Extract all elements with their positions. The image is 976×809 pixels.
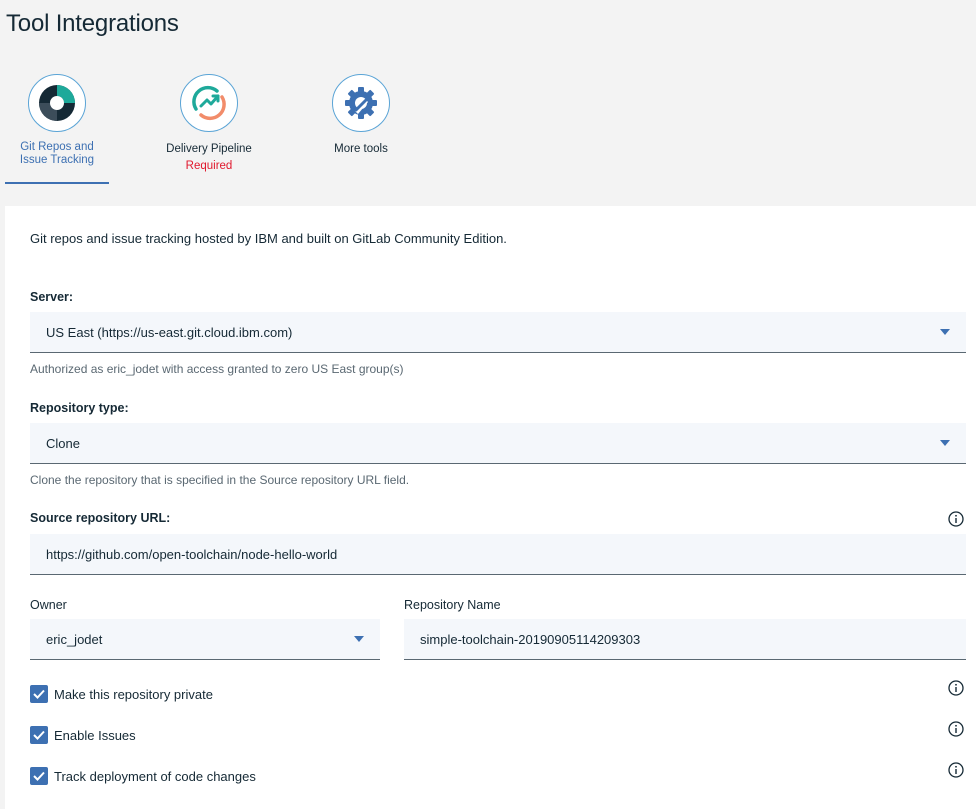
info-icon[interactable] <box>948 511 964 527</box>
server-helper: Authorized as eric_jodet with access gra… <box>30 362 404 376</box>
page-title: Tool Integrations <box>6 10 179 37</box>
required-badge: Required <box>185 160 233 172</box>
enable-issues-checkbox[interactable]: Enable Issues <box>30 726 136 744</box>
more-tools-icon <box>332 74 390 132</box>
info-icon[interactable] <box>948 680 964 696</box>
server-value: US East (https://us-east.git.cloud.ibm.c… <box>46 324 293 340</box>
chevron-down-icon <box>354 636 364 642</box>
chevron-down-icon <box>940 329 950 335</box>
checkbox-checked-icon[interactable] <box>30 685 48 703</box>
tool-label-more-tools: More tools <box>334 143 388 155</box>
git-config-panel: Git repos and issue tracking hosted by I… <box>5 206 976 809</box>
chevron-down-icon <box>940 440 950 446</box>
tool-label-git-repos: Git Repos and Issue Tracking <box>19 141 95 166</box>
source-url-input[interactable]: https://github.com/open-toolchain/node-h… <box>30 534 966 575</box>
delivery-pipeline-icon <box>180 74 238 132</box>
repo-type-value: Clone <box>46 435 80 451</box>
track-deployment-checkbox[interactable]: Track deployment of code changes <box>30 767 256 785</box>
private-repo-label: Make this repository private <box>54 686 213 702</box>
owner-value: eric_jodet <box>46 631 103 647</box>
server-select[interactable]: US East (https://us-east.git.cloud.ibm.c… <box>30 312 966 353</box>
source-url-label: Source repository URL: <box>30 511 171 525</box>
repo-name-label: Repository Name <box>404 598 501 612</box>
private-repo-checkbox[interactable]: Make this repository private <box>30 685 213 703</box>
tool-delivery-pipeline[interactable]: Delivery Pipeline Required <box>149 74 269 173</box>
owner-select[interactable]: eric_jodet <box>30 619 380 660</box>
tool-label-delivery-pipeline: Delivery Pipeline <box>166 143 252 155</box>
repo-name-value: simple-toolchain-20190905114209303 <box>420 631 641 647</box>
repo-type-select[interactable]: Clone <box>30 423 966 464</box>
tool-git-repos[interactable]: Git Repos and Issue Tracking <box>0 74 117 167</box>
track-deployment-label: Track deployment of code changes <box>54 768 256 784</box>
integration-description: Git repos and issue tracking hosted by I… <box>30 231 507 246</box>
source-url-value: https://github.com/open-toolchain/node-h… <box>46 546 338 562</box>
repo-name-input[interactable]: simple-toolchain-20190905114209303 <box>404 619 966 660</box>
tool-more-tools[interactable]: More tools <box>301 74 421 156</box>
owner-label: Owner <box>30 598 67 612</box>
checkbox-checked-icon[interactable] <box>30 767 48 785</box>
info-icon[interactable] <box>948 762 964 778</box>
enable-issues-label: Enable Issues <box>54 727 136 743</box>
checkbox-checked-icon[interactable] <box>30 726 48 744</box>
git-repos-icon <box>28 74 86 132</box>
server-label: Server: <box>30 290 74 304</box>
repo-type-label: Repository type: <box>30 401 129 415</box>
active-tab-indicator <box>5 182 109 184</box>
info-icon[interactable] <box>948 721 964 737</box>
repo-type-helper: Clone the repository that is specified i… <box>30 473 410 487</box>
